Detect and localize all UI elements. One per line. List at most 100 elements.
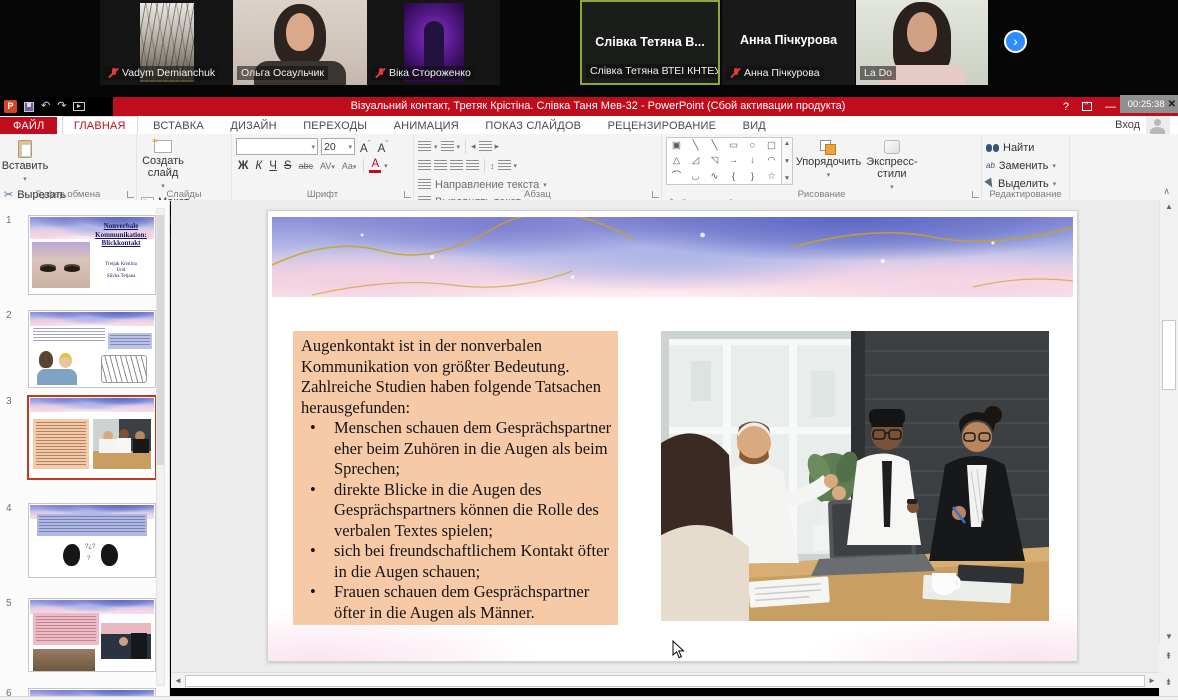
shape-elbow-icon[interactable]: ◿ xyxy=(692,156,699,166)
shape-scribble-icon[interactable]: ⌒ xyxy=(672,172,682,182)
strikethrough-button[interactable]: abc xyxy=(297,161,316,171)
shape-line-icon[interactable]: ╲ xyxy=(693,141,699,151)
shape-triangle-icon[interactable]: △ xyxy=(673,156,680,166)
tab-home[interactable]: ГЛАВНАЯ xyxy=(62,116,138,134)
business-meeting-photo[interactable] xyxy=(661,331,1049,621)
slide-thumbnail-2[interactable] xyxy=(28,310,156,388)
tab-slideshow[interactable]: ПОКАЗ СЛАЙДОВ xyxy=(474,117,592,135)
scrollbar-thumb[interactable] xyxy=(157,215,164,465)
shadow-strike-button[interactable]: S xyxy=(282,160,294,172)
slide-editing-area[interactable]: Augenkontakt ist in der nonverbalen Komm… xyxy=(171,200,1159,672)
vertical-scrollbar[interactable]: ▲ ▼ xyxy=(1159,200,1178,643)
shape-arc-icon[interactable]: ◠ xyxy=(767,156,775,166)
shapes-gallery[interactable]: ▣ ╲ ╲ ▭ ○ ▢ △ ◿ ◹ → ↓ ◠ ⌒ ◡ ∿ {} ☆ xyxy=(666,137,782,185)
scroll-down-icon[interactable]: ▼ xyxy=(1160,632,1178,641)
shape-rounded-rect-icon[interactable]: ▢ xyxy=(767,141,776,151)
shape-oval-icon[interactable]: ○ xyxy=(750,141,756,151)
help-button[interactable]: ? xyxy=(1063,101,1069,113)
participant-tile-vika[interactable]: Віка Стороженко xyxy=(367,0,500,85)
bold-button[interactable]: Ж xyxy=(236,160,250,172)
character-spacing-button[interactable]: AV▾ xyxy=(318,161,337,171)
slide-text-box[interactable]: Augenkontakt ist in der nonverbalen Komm… xyxy=(293,331,618,625)
align-center-icon[interactable] xyxy=(434,160,447,171)
participant-tile-anna[interactable]: Анна Пічкурова Анна Пічкурова xyxy=(722,0,855,85)
justify-icon[interactable] xyxy=(466,160,479,171)
collapse-ribbon-icon[interactable]: ∧ xyxy=(1163,186,1170,197)
slide-canvas[interactable]: Augenkontakt ist in der nonverbalen Komm… xyxy=(267,210,1078,662)
start-slideshow-icon[interactable] xyxy=(73,102,85,111)
shape-elbow2-icon[interactable]: ◹ xyxy=(711,156,718,166)
slide-thumbnail-4[interactable]: ?¿? ? xyxy=(28,503,156,578)
dialog-launcher-icon[interactable] xyxy=(972,191,979,198)
tab-view[interactable]: ВИД xyxy=(732,117,777,135)
undo-icon[interactable]: ↶ xyxy=(41,97,50,116)
close-icon[interactable]: ✕ xyxy=(1168,99,1176,110)
numbering-icon[interactable] xyxy=(441,141,454,152)
scrollbar-thumb[interactable] xyxy=(1162,320,1176,390)
next-slide-button[interactable]: ⇟ xyxy=(1165,677,1173,688)
participant-tile-olga[interactable]: Ольга Осаульчик xyxy=(233,0,367,85)
scroll-left-icon[interactable]: ◄ xyxy=(171,676,185,685)
sign-in-link[interactable]: Вход xyxy=(1115,116,1140,134)
dialog-launcher-icon[interactable] xyxy=(404,191,411,198)
thumbnail-scrollbar[interactable] xyxy=(156,208,165,686)
scroll-right-icon[interactable]: ► xyxy=(1145,676,1159,685)
font-color-button[interactable]: А xyxy=(369,159,381,173)
save-icon[interactable] xyxy=(24,102,34,112)
quick-styles-button[interactable]: Экспресс-стили ▾ xyxy=(864,137,920,194)
new-slide-button[interactable]: Создать слайд ▾ xyxy=(141,137,185,193)
shape-wave-icon[interactable]: ∿ xyxy=(711,172,719,182)
increase-indent-icon[interactable]: ▸ xyxy=(495,141,500,152)
shape-arrow-line-icon[interactable]: ╲ xyxy=(712,141,718,151)
shape-arrow-down-icon[interactable]: ↓ xyxy=(750,156,755,166)
decrease-indent-icon[interactable]: ◂ xyxy=(471,141,476,152)
minimize-button[interactable]: — xyxy=(1105,101,1116,113)
scrollbar-track[interactable] xyxy=(185,675,1145,687)
horizontal-scrollbar[interactable]: ◄ ► xyxy=(171,672,1159,688)
tab-animations[interactable]: АНИМАЦИЯ xyxy=(383,117,470,135)
tab-design[interactable]: ДИЗАЙН xyxy=(219,117,287,135)
slide-thumbnail-1[interactable]: Nonverbale Kommunikation: Blickkontakt T… xyxy=(28,215,156,295)
shape-textbox-icon[interactable]: ▣ xyxy=(672,141,681,151)
scroll-up-icon[interactable]: ▲ xyxy=(784,140,790,147)
slide-thumbnail-3-selected[interactable] xyxy=(27,395,157,480)
slide-thumbnail-5[interactable] xyxy=(28,598,156,672)
replace-button[interactable]: abЗаменить▾ xyxy=(986,157,1056,174)
shapes-gallery-scroll[interactable]: ▲ ▼ ▼ xyxy=(782,137,793,185)
shape-arrow-right-icon[interactable]: → xyxy=(729,156,739,166)
participant-tile-vadym[interactable]: Vadym Demianchuk xyxy=(100,0,233,85)
dialog-launcher-icon[interactable] xyxy=(127,191,134,198)
tab-review[interactable]: РЕЦЕНЗИРОВАНИЕ xyxy=(597,117,728,135)
shape-curve-icon[interactable]: ◡ xyxy=(691,172,699,182)
align-left-icon[interactable] xyxy=(418,160,431,171)
tab-transitions[interactable]: ПЕРЕХОДЫ xyxy=(292,117,378,135)
paste-button[interactable]: Вставить ▾ xyxy=(4,137,46,186)
dialog-launcher-icon[interactable] xyxy=(652,191,659,198)
scroll-down-icon[interactable]: ▼ xyxy=(784,158,790,165)
shape-star-icon[interactable]: ☆ xyxy=(767,172,776,182)
underline-button[interactable]: Ч xyxy=(267,160,279,172)
ribbon-display-options-icon[interactable] xyxy=(1082,102,1092,111)
tab-file[interactable]: ФАЙЛ xyxy=(0,117,57,135)
tab-insert[interactable]: ВСТАВКА xyxy=(142,117,215,135)
previous-slide-button[interactable]: ⇞ xyxy=(1165,651,1173,662)
grow-font-button[interactable]: Аˆ xyxy=(358,139,373,155)
redo-icon[interactable]: ↷ xyxy=(57,97,66,116)
participant-tile-lado[interactable]: La Do xyxy=(856,0,988,85)
align-right-icon[interactable] xyxy=(450,160,463,171)
line-spacing-icon[interactable]: ↕ xyxy=(490,161,495,171)
bullets-icon[interactable] xyxy=(418,141,431,152)
font-name-combo[interactable]: ▾ xyxy=(236,138,318,155)
shape-brace-left-icon[interactable]: { xyxy=(732,172,735,182)
change-case-button[interactable]: Aa▾ xyxy=(340,161,359,171)
gallery-more-icon[interactable]: ▼ xyxy=(784,175,790,182)
shape-brace-right-icon[interactable]: } xyxy=(751,172,754,182)
font-size-combo[interactable]: 20▾ xyxy=(321,138,355,155)
arrange-button[interactable]: Упорядочить ▾ xyxy=(797,137,859,182)
shape-rectangle-icon[interactable]: ▭ xyxy=(729,141,738,151)
account-avatar-icon[interactable] xyxy=(1146,116,1170,134)
next-participants-page-button[interactable]: › xyxy=(1004,30,1027,53)
find-button[interactable]: Найти xyxy=(986,139,1056,156)
scroll-up-icon[interactable]: ▲ xyxy=(1160,202,1178,211)
italic-button[interactable]: К xyxy=(253,160,264,172)
